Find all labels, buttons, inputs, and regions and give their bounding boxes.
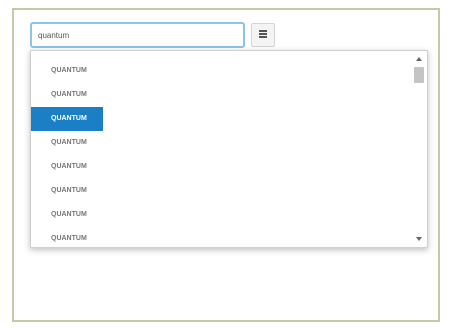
list-item[interactable]: QUANTUM	[31, 83, 103, 107]
scroll-down-arrow-icon[interactable]	[416, 237, 422, 241]
list-item-selected[interactable]: QUANTUM	[31, 107, 103, 131]
list-icon	[258, 26, 268, 44]
autocomplete-dropdown: QUANTUM QUANTUM QUANTUM QUANTUM QUANTUM …	[30, 50, 428, 248]
suggestion-list: QUANTUM QUANTUM QUANTUM QUANTUM QUANTUM …	[31, 59, 411, 247]
search-input[interactable]	[30, 22, 245, 48]
list-item[interactable]: QUANTUM	[31, 179, 103, 203]
list-item[interactable]: QUANTUM	[31, 131, 103, 155]
menu-button[interactable]	[251, 23, 275, 47]
list-item[interactable]: QUANTUM	[31, 227, 103, 247]
list-item[interactable]: QUANTUM	[31, 59, 103, 83]
list-item[interactable]: QUANTUM	[31, 203, 103, 227]
list-item[interactable]: QUANTUM	[31, 155, 103, 179]
scroll-thumb[interactable]	[414, 67, 424, 83]
scroll-up-arrow-icon[interactable]	[416, 57, 422, 61]
vertical-scrollbar[interactable]	[413, 55, 425, 243]
